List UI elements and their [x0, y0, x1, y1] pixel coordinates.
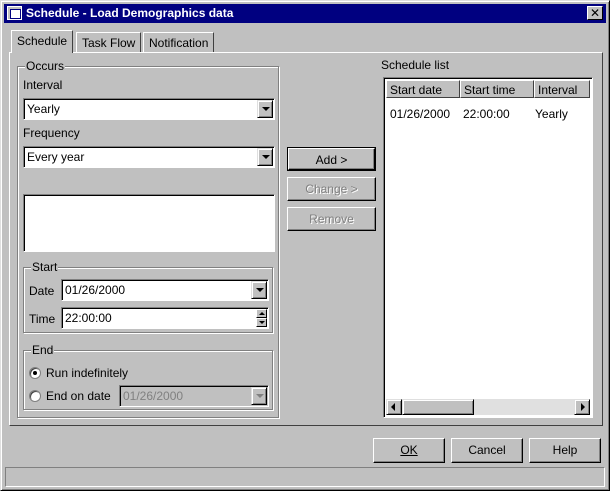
interval-select[interactable]: Yearly: [23, 98, 275, 120]
horizontal-scrollbar[interactable]: [386, 399, 590, 415]
spin-down-icon[interactable]: [256, 318, 267, 327]
schedule-list-label: Schedule list: [381, 58, 450, 72]
window-title: Schedule - Load Demographics data: [26, 6, 234, 20]
frequency-details-box[interactable]: [23, 194, 275, 252]
interval-label: Interval: [23, 78, 63, 92]
start-group-label: Start: [31, 260, 59, 274]
frequency-label: Frequency: [23, 126, 80, 140]
help-button[interactable]: Help: [529, 438, 601, 463]
add-button[interactable]: Add >: [287, 147, 376, 171]
scrollbar-thumb[interactable]: [402, 399, 474, 415]
chevron-down-icon[interactable]: [257, 148, 273, 166]
start-date-value: 01/26/2000: [65, 283, 126, 297]
remove-button: Remove: [287, 207, 376, 231]
chevron-down-icon[interactable]: [251, 281, 267, 299]
end-group-label: End: [31, 343, 55, 357]
column-header-start-time[interactable]: Start time: [460, 80, 534, 98]
end-date-select: 01/26/2000: [119, 385, 269, 407]
cell-start-date: 01/26/2000: [390, 107, 451, 121]
frequency-value: Every year: [27, 150, 85, 164]
scroll-left-icon[interactable]: [386, 399, 402, 415]
tab-schedule[interactable]: Schedule: [11, 30, 74, 53]
column-header-start-date[interactable]: Start date: [386, 80, 460, 98]
column-header-interval[interactable]: Interval: [534, 80, 590, 98]
start-date-label: Date: [29, 284, 55, 298]
start-time-value: 22:00:00: [65, 311, 112, 325]
end-date-value: 01/26/2000: [123, 389, 184, 403]
schedule-dialog: Schedule - Load Demographics data ✕ Sche…: [0, 0, 610, 491]
cell-interval: Yearly: [535, 107, 568, 121]
spin-up-icon[interactable]: [256, 309, 267, 318]
scroll-right-icon[interactable]: [574, 399, 590, 415]
status-bar: [5, 467, 605, 487]
change-button: Change >: [287, 177, 376, 201]
run-indefinitely-label[interactable]: Run indefinitely: [46, 366, 128, 380]
end-on-date-label[interactable]: End on date: [46, 389, 111, 403]
ok-button-label: OK: [400, 443, 418, 457]
chevron-down-icon[interactable]: [257, 100, 273, 118]
time-spinner[interactable]: [256, 309, 267, 327]
end-on-date-radio[interactable]: [29, 390, 41, 402]
schedule-list[interactable]: Start date Start time Interval 01/26/200…: [383, 77, 593, 418]
tab-task-flow[interactable]: Task Flow: [76, 32, 142, 52]
tab-notification[interactable]: Notification: [143, 32, 215, 52]
cell-start-time: 22:00:00: [463, 107, 510, 121]
occurs-group-label: Occurs: [25, 59, 66, 73]
start-time-field[interactable]: 22:00:00: [61, 307, 269, 329]
start-date-select[interactable]: 01/26/2000: [61, 279, 269, 301]
title-bar[interactable]: Schedule - Load Demographics data ✕: [4, 4, 606, 23]
frequency-select[interactable]: Every year: [23, 146, 275, 168]
run-indefinitely-radio[interactable]: [29, 367, 41, 379]
cancel-button[interactable]: Cancel: [451, 438, 523, 463]
ok-button[interactable]: OK: [373, 438, 445, 463]
start-time-label: Time: [29, 312, 56, 326]
app-window-icon: [7, 6, 22, 20]
interval-value: Yearly: [27, 102, 60, 116]
close-button[interactable]: ✕: [587, 6, 603, 20]
chevron-down-icon: [251, 387, 267, 405]
